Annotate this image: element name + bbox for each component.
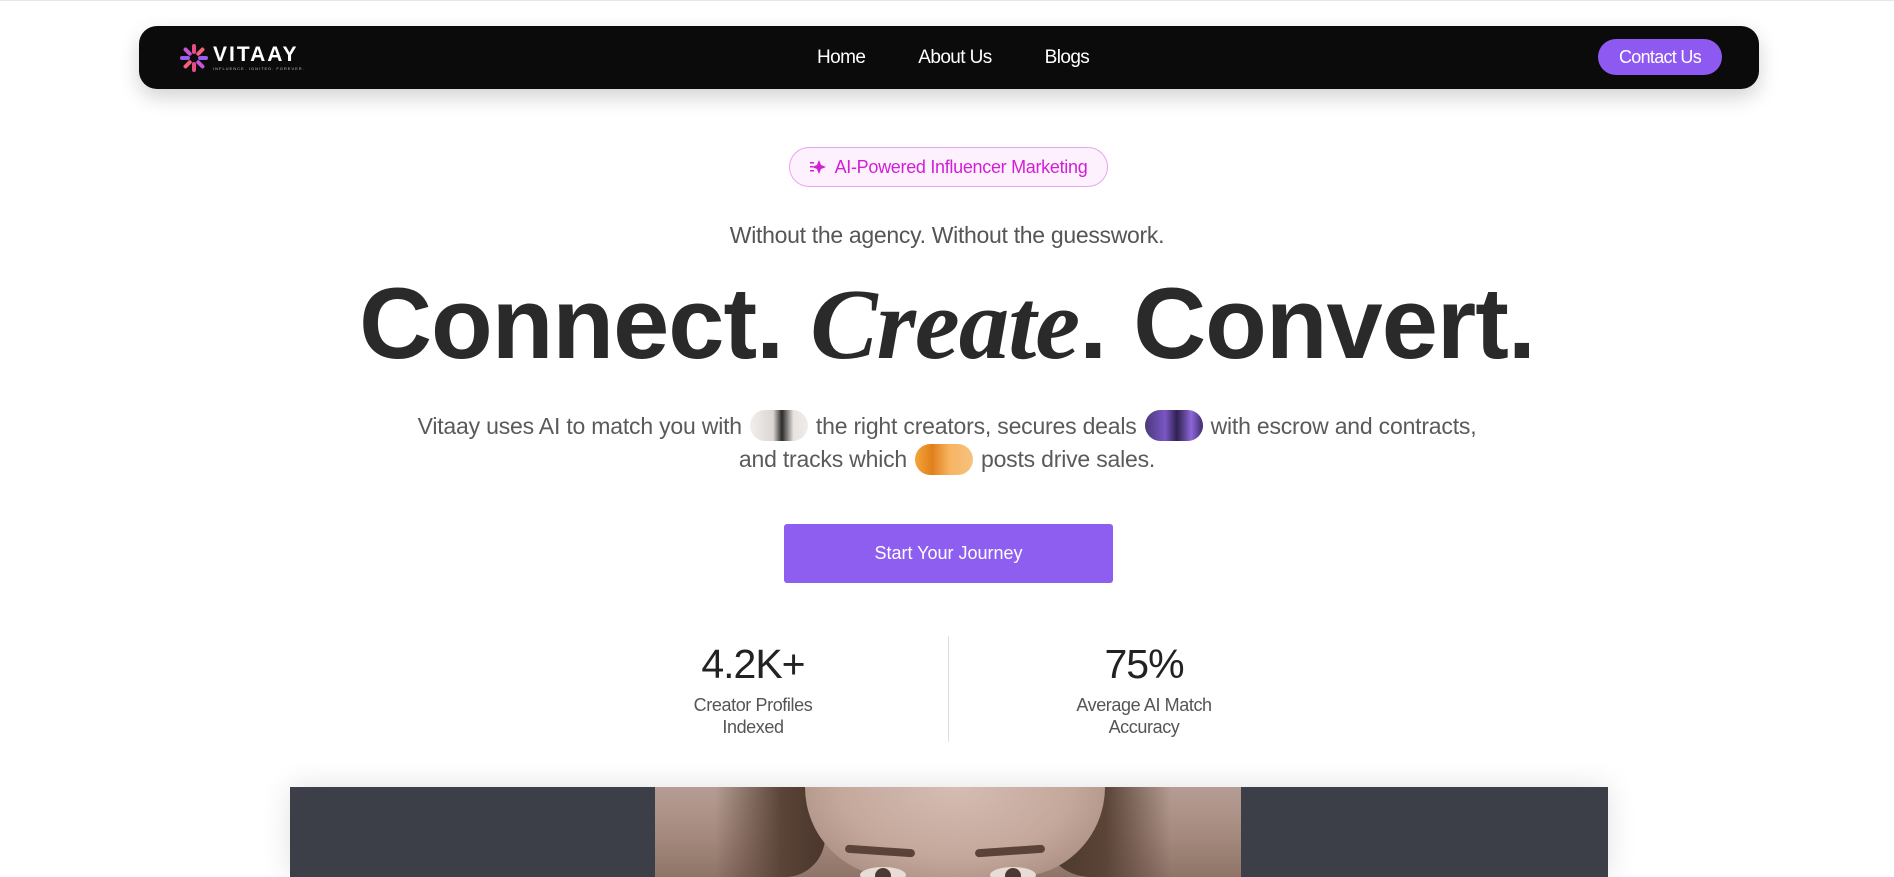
top-divider <box>0 0 1894 1</box>
stat-label-line: Creator Profiles <box>693 695 813 715</box>
headline-create: Create <box>810 268 1080 380</box>
headline-connect: Connect. <box>359 268 784 380</box>
stat-label-line: Average AI Match <box>1076 695 1212 715</box>
navbar: VITAAY INFLUENCE. IGNITED. FOREVER. Home… <box>139 26 1759 89</box>
headline-convert: . Convert. <box>1079 268 1536 380</box>
subtext-5: posts drive sales. <box>981 446 1156 473</box>
portrait-face <box>805 787 1105 877</box>
stat-value: 75% <box>1104 641 1184 687</box>
logo-tagline: INFLUENCE. IGNITED. FOREVER. <box>213 66 305 71</box>
stat-match-accuracy: 75% Average AI Match Accuracy <box>1024 640 1264 738</box>
creator-thumbnail <box>749 410 808 442</box>
portrait-image <box>655 787 1241 877</box>
badge-text: AI-Powered Influencer Marketing <box>834 156 1088 177</box>
subtext-1: Vitaay uses AI to match you with <box>417 413 742 439</box>
sales-thumbnail <box>915 443 973 475</box>
nav-about-link[interactable]: About Us <box>918 47 992 69</box>
stat-label-line: Accuracy <box>1108 717 1180 737</box>
subtext-2: the right creators, secures deals <box>815 413 1137 439</box>
stat-label: Average AI Match Accuracy <box>1024 694 1264 738</box>
contact-us-button[interactable]: Contact Us <box>1598 39 1722 75</box>
logo[interactable]: VITAAY INFLUENCE. IGNITED. FOREVER. <box>179 42 305 74</box>
hero-description: Vitaay uses AI to match you with the righ… <box>0 410 1894 477</box>
ai-badge: AI-Powered Influencer Marketing <box>789 147 1108 187</box>
stat-value: 4.2K+ <box>701 641 805 687</box>
stat-creator-profiles: 4.2K+ Creator Profiles Indexed <box>633 640 873 738</box>
deal-thumbnail <box>1144 410 1203 442</box>
start-journey-button[interactable]: Start Your Journey <box>784 524 1113 583</box>
hero-showcase <box>290 787 1608 877</box>
portrait-eye-right <box>990 867 1036 877</box>
sparkle-icon <box>809 160 826 174</box>
landing-page: VITAAY INFLUENCE. IGNITED. FOREVER. Home… <box>0 0 1894 877</box>
portrait-eye-left <box>860 867 906 877</box>
nav-home-link[interactable]: Home <box>817 47 866 69</box>
stat-label-line: Indexed <box>722 717 784 737</box>
hero-tagline: Without the agency. Without the guesswor… <box>729 222 1165 248</box>
stat-label: Creator Profiles Indexed <box>633 694 873 738</box>
subtext-3: with escrow and contracts, <box>1210 413 1477 439</box>
stat-divider <box>948 636 949 742</box>
subtext-4: and tracks which <box>738 446 907 473</box>
nav-links: Home About Us Blogs <box>817 26 1142 89</box>
nav-blogs-link[interactable]: Blogs <box>1045 47 1090 69</box>
logo-text: VITAAY <box>213 43 299 66</box>
logo-star-icon <box>180 44 208 72</box>
hero-headline: Connect. Create. Convert. <box>0 264 1894 384</box>
